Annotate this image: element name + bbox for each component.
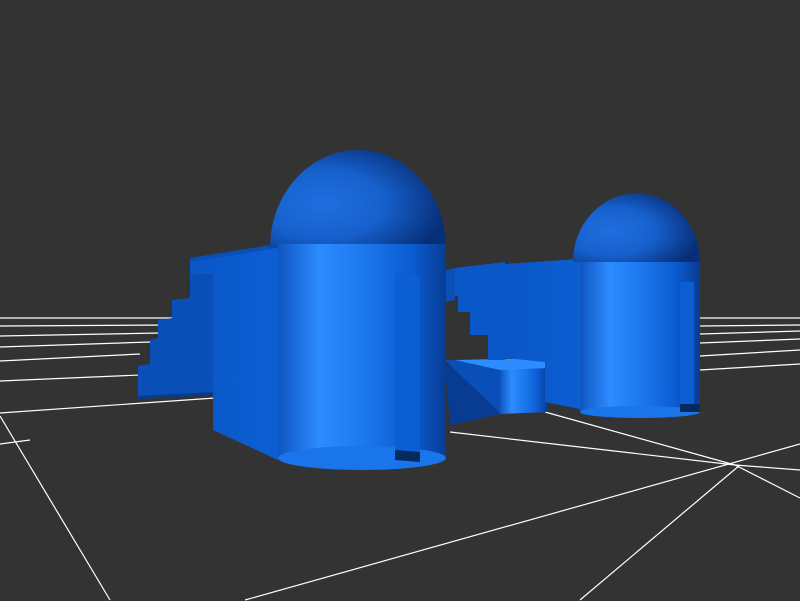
connector-bridge <box>445 358 548 425</box>
scene-canvas[interactable] <box>0 0 800 601</box>
3d-viewport[interactable] <box>0 0 800 601</box>
right-tower-with-dome <box>573 193 700 418</box>
left-tower-with-dome <box>270 150 455 470</box>
left-stepped-wall <box>138 258 215 399</box>
